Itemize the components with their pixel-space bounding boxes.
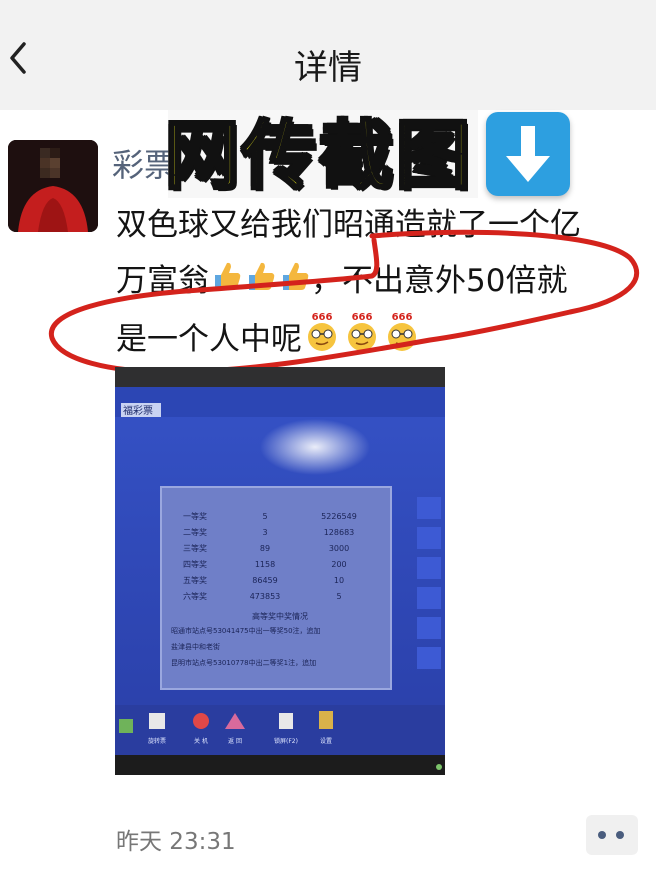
post-line-1: 双色球又给我们昭通造就了一个亿: [116, 207, 581, 243]
screen-table-cell: 五等奖: [183, 575, 207, 585]
screen-table-cell: 89: [260, 544, 270, 553]
screen-table-cell: 5: [336, 592, 341, 601]
dot: [598, 831, 606, 839]
nav-bar: 详情: [0, 0, 656, 110]
more-dots-icon[interactable]: [586, 815, 638, 855]
screen-table-cell: 128683: [324, 528, 355, 537]
screen-note: 昆明市站点号53010778中出二等奖1注，追加: [171, 658, 316, 667]
post-body: 双色球又给我们昭通造就了一个亿 万富翁 ，不出意外50倍就 是一个人中呢 666 66…: [116, 197, 646, 371]
down-arrow-icon: [486, 112, 570, 196]
666-face-icon: 666: [302, 311, 342, 371]
emoji-badge: 666: [352, 312, 373, 323]
screen-section-title: 高等奖中奖情况: [252, 611, 308, 621]
taskbar-label: 锁屏(F2): [274, 737, 298, 745]
thumbs-up-icon: [277, 255, 311, 311]
avatar-image: [8, 140, 98, 232]
screen-table-cell: 一等奖: [183, 511, 207, 521]
screen-table-cell: 5: [262, 512, 267, 521]
screen-logo: 福彩票: [123, 404, 153, 417]
screen-table-cell: 三等奖: [183, 543, 207, 553]
screen-note: 盐津县中和老街: [171, 642, 220, 651]
post-photo[interactable]: 福彩票 一等奖 5 5226549 二等奖 3 128683 三等奖 89 3000 四等奖 115…: [115, 367, 445, 775]
taskbar-label: 关 机: [194, 737, 208, 745]
page-title: 详情: [294, 48, 362, 88]
emoji-badge: 666: [392, 312, 413, 323]
taskbar-label: 返 回: [228, 738, 242, 745]
lottery-screen-photo: 福彩票 一等奖 5 5226549 二等奖 3 128683 三等奖 89 3000 四等奖 115…: [115, 367, 445, 775]
screen-note: 昭通市站点号53041475中出一等奖50注，追加: [171, 626, 321, 635]
screen-table-cell: 3: [262, 528, 267, 537]
taskbar-label: 旋转票: [148, 737, 166, 745]
dot: [616, 831, 624, 839]
screen-table-cell: 5226549: [321, 512, 357, 521]
screen-table-cell: 四等奖: [183, 559, 207, 569]
666-face-icon: 666: [342, 311, 382, 371]
avatar[interactable]: [8, 140, 98, 232]
screen-table-cell: 六等奖: [183, 591, 207, 601]
screen-table-cell: 200: [331, 560, 346, 569]
post-line-2: 万富翁 ，不出意外50倍就: [116, 253, 646, 311]
screen-table-cell: 二等奖: [183, 527, 207, 537]
screen-table-cell: 473853: [250, 592, 281, 601]
post-line-3: 是一个人中呢 666 666 666: [116, 311, 646, 371]
666-face-icon: 666: [382, 311, 422, 371]
post-timestamp: 昨天 23:31: [116, 829, 236, 855]
screen-table-cell: 86459: [252, 576, 277, 585]
overlay-caption: 网传截图: [164, 112, 473, 201]
thumbs-up-icon: [243, 255, 277, 311]
taskbar-label: 设置: [320, 737, 332, 745]
screen-table-cell: 10: [334, 576, 344, 585]
thumbs-up-icon: [209, 255, 243, 311]
screen-table-cell: 3000: [329, 544, 349, 553]
screen-table-cell: 1158: [255, 560, 275, 569]
emoji-badge: 666: [312, 312, 333, 323]
